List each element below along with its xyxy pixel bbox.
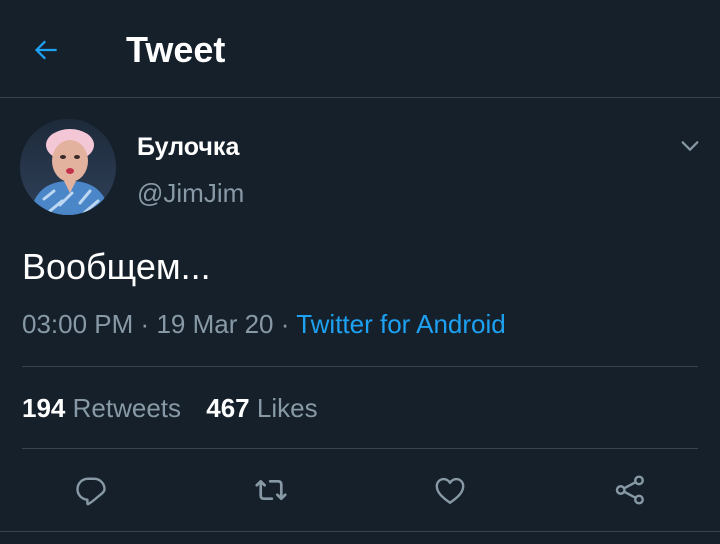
author-display-name[interactable]: Булочка: [137, 131, 239, 163]
tweet-source-link[interactable]: Twitter for Android: [296, 309, 506, 339]
likes-label: Likes: [256, 393, 318, 423]
like-icon: [435, 477, 465, 504]
tweet-stats: 194 Retweets 467 Likes: [22, 391, 336, 425]
likes-stat[interactable]: 467 Likes: [206, 391, 317, 425]
likes-count: 467: [206, 393, 250, 423]
reply-icon: [76, 477, 106, 506]
reply-button[interactable]: [67, 466, 115, 514]
like-button[interactable]: [426, 466, 474, 514]
share-button[interactable]: [606, 466, 654, 514]
retweet-button[interactable]: [247, 466, 295, 514]
arrow-left-icon: [34, 40, 57, 60]
top-app-bar: Tweet: [0, 0, 720, 98]
tweet-date: 19 Mar 20: [156, 309, 274, 339]
share-icon: [615, 475, 644, 505]
meta-separator: ·: [280, 309, 290, 339]
back-button[interactable]: [22, 26, 70, 74]
tweet-text: Вообщем...: [22, 246, 211, 287]
avatar-image: [20, 119, 116, 215]
page-title: Tweet: [126, 29, 226, 70]
tweet-options-button[interactable]: [672, 128, 708, 164]
retweets-label: Retweets: [72, 393, 182, 423]
author-handle[interactable]: @JimJim: [137, 176, 244, 210]
avatar[interactable]: [20, 119, 116, 215]
tweet-detail-screen: Tweet Булочка @JimJim Вообщем... 03:00 P…: [0, 0, 720, 544]
tweet-time: 03:00 PM: [22, 309, 134, 339]
retweet-icon: [255, 479, 287, 501]
chevron-down-icon: [681, 141, 699, 151]
tweet-meta: 03:00 PM · 19 Mar 20 · Twitter for Andro…: [22, 307, 506, 341]
divider: [0, 531, 720, 532]
divider: [22, 366, 698, 367]
meta-separator: ·: [140, 309, 150, 339]
retweets-count: 194: [22, 393, 66, 423]
divider: [22, 448, 698, 449]
retweets-stat[interactable]: 194 Retweets: [22, 391, 181, 425]
